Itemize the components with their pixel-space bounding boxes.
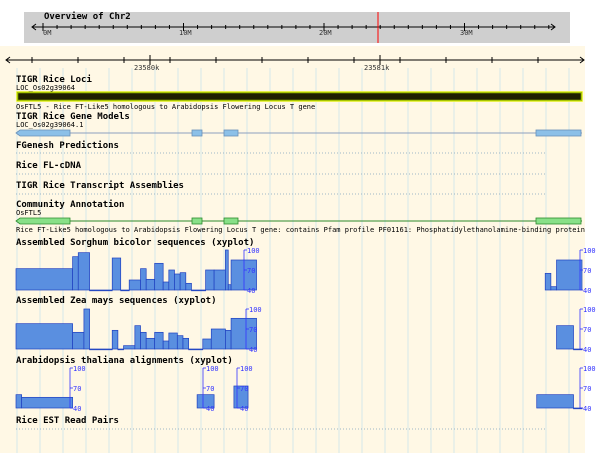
xyplot-bar xyxy=(213,269,226,291)
track-title-sorghum[interactable]: Assembled Sorghum bicolor sequences (xyp… xyxy=(16,239,254,248)
xyplot-bar xyxy=(83,308,90,350)
xyplot-scale-label: 100 xyxy=(583,365,596,373)
xyplot-bar xyxy=(188,348,204,351)
community-exon[interactable] xyxy=(191,217,203,225)
xyplot-bar xyxy=(182,337,189,350)
gene-model-id[interactable]: LOC_Os02g39064.1 xyxy=(16,122,83,129)
overview-tick-label: 10M xyxy=(179,29,192,37)
xyplot-bar xyxy=(191,289,206,292)
overview-tick-label: 0M xyxy=(43,29,52,37)
xyplot-scale-label: 40 xyxy=(583,405,591,413)
xyplot-scale-label: 40 xyxy=(249,346,257,354)
xyplot-scale-label: 40 xyxy=(240,405,248,413)
xyplot-bar xyxy=(15,394,23,409)
xyplot-bar xyxy=(168,332,178,350)
xyplot-bar xyxy=(72,256,79,291)
detail-tick-label: 23580k xyxy=(134,64,160,72)
xyplot-bar xyxy=(140,268,147,291)
xyplot-bar xyxy=(162,340,170,350)
xyplot-bar xyxy=(145,278,156,291)
xyplot-bar xyxy=(89,289,113,292)
xyplot-scale-label: 70 xyxy=(583,267,591,275)
xyplot-scale-label: 70 xyxy=(249,326,257,334)
track-title-fgenesh[interactable]: FGenesh Predictions xyxy=(16,142,119,151)
xyplot-bar xyxy=(162,281,170,291)
xyplot-bar xyxy=(154,262,164,291)
xyplot-scale-label: 100 xyxy=(583,306,596,314)
xyplot-scale-label: 100 xyxy=(240,365,253,373)
track-title-est[interactable]: Rice EST Read Pairs xyxy=(16,417,119,426)
xyplot-bar xyxy=(174,273,181,291)
xyplot-bar xyxy=(556,259,583,291)
track-title-zea[interactable]: Assembled Zea mays sequences (xyplot) xyxy=(16,297,216,306)
xyplot-bar xyxy=(202,338,212,350)
community-exon-start[interactable] xyxy=(15,217,71,225)
xyplot-bar xyxy=(111,257,122,291)
gene-model-exon-start[interactable] xyxy=(15,129,71,137)
xyplot-bar xyxy=(168,269,175,291)
community-exon-end[interactable] xyxy=(535,217,582,225)
locus-feature-glyph[interactable] xyxy=(16,91,583,102)
xyplot-bar xyxy=(128,279,141,291)
xyplot-scale-label: 70 xyxy=(583,326,591,334)
xyplot-bar xyxy=(154,331,164,350)
xyplot-bar xyxy=(77,252,90,291)
xyplot-bar xyxy=(15,323,73,350)
xyplot-bar xyxy=(556,325,574,350)
xyplot-bar xyxy=(72,331,85,350)
xyplot-scale-label: 70 xyxy=(73,385,81,393)
xyplot-scale-label: 70 xyxy=(247,267,255,275)
community-feature-description: Rice FT-Like5 homologous to Arabidopsis … xyxy=(16,226,585,234)
gene-model-exon[interactable] xyxy=(223,129,239,137)
xyplot-bar xyxy=(227,284,232,291)
xyplot-bar xyxy=(111,329,119,350)
xyplot-bar xyxy=(15,268,73,291)
xyplot-bar xyxy=(120,289,130,292)
xyplot-scale-label: 70 xyxy=(206,385,214,393)
track-title-transcript-assemblies[interactable]: TIGR Rice Transcript Assemblies xyxy=(16,182,184,191)
xyplot-bar xyxy=(145,337,156,350)
gene-model-exon-end[interactable] xyxy=(535,129,582,137)
overview-tick-label: 20M xyxy=(319,29,332,37)
xyplot-bar xyxy=(544,272,552,291)
xyplot-scale-label: 40 xyxy=(247,287,255,295)
xyplot-scale-label: 100 xyxy=(247,247,260,255)
xyplot-scale-label: 100 xyxy=(206,365,219,373)
xyplot-scale-label: 100 xyxy=(73,365,86,373)
locus-feature-description: OsFTL5 - Rice FT-Like5 homologous to Ara… xyxy=(16,103,316,111)
xyplot-bar xyxy=(21,396,73,409)
xyplot-bar xyxy=(185,282,192,291)
xyplot-bar xyxy=(550,286,557,291)
xyplot-bar xyxy=(205,269,215,291)
xyplot-bar xyxy=(134,325,141,350)
locus-feature-id[interactable]: LOC_Os02g39064 xyxy=(16,85,75,92)
xyplot-scale-label: 40 xyxy=(583,346,591,354)
xyplot-scale-label: 40 xyxy=(206,405,214,413)
xyplot-bar xyxy=(210,328,226,350)
xyplot-bar xyxy=(536,394,574,409)
xyplot-scale-label: 40 xyxy=(583,287,591,295)
xyplot-bar xyxy=(89,348,113,351)
gene-model-exon[interactable] xyxy=(191,129,203,137)
xyplot-scale-label: 70 xyxy=(583,385,591,393)
xyplot-bar xyxy=(225,329,232,350)
xyplot-bar xyxy=(117,348,124,351)
xyplot-scale-label: 100 xyxy=(249,306,262,314)
overview-title: Overview of Chr2 xyxy=(44,12,131,22)
track-title-fl-cdna[interactable]: Rice FL-cDNA xyxy=(16,162,81,171)
xyplot-bar xyxy=(140,331,147,350)
overview-tick-label: 30M xyxy=(460,29,473,37)
xyplot-scale-label: 100 xyxy=(583,247,596,255)
xyplot-bar xyxy=(225,249,229,291)
detail-tick-label: 23581k xyxy=(364,64,390,72)
xyplot-scale-label: 40 xyxy=(73,405,81,413)
xyplot-scale-label: 70 xyxy=(240,385,248,393)
community-exon[interactable] xyxy=(223,217,239,225)
xyplot-bar xyxy=(179,272,187,291)
community-feature-id[interactable]: OsFTL5 xyxy=(16,210,41,217)
xyplot-bar xyxy=(123,345,136,350)
xyplot-bar xyxy=(176,335,184,350)
track-title-arabidopsis[interactable]: Arabidopsis thaliana alignments (xyplot) xyxy=(16,357,233,366)
